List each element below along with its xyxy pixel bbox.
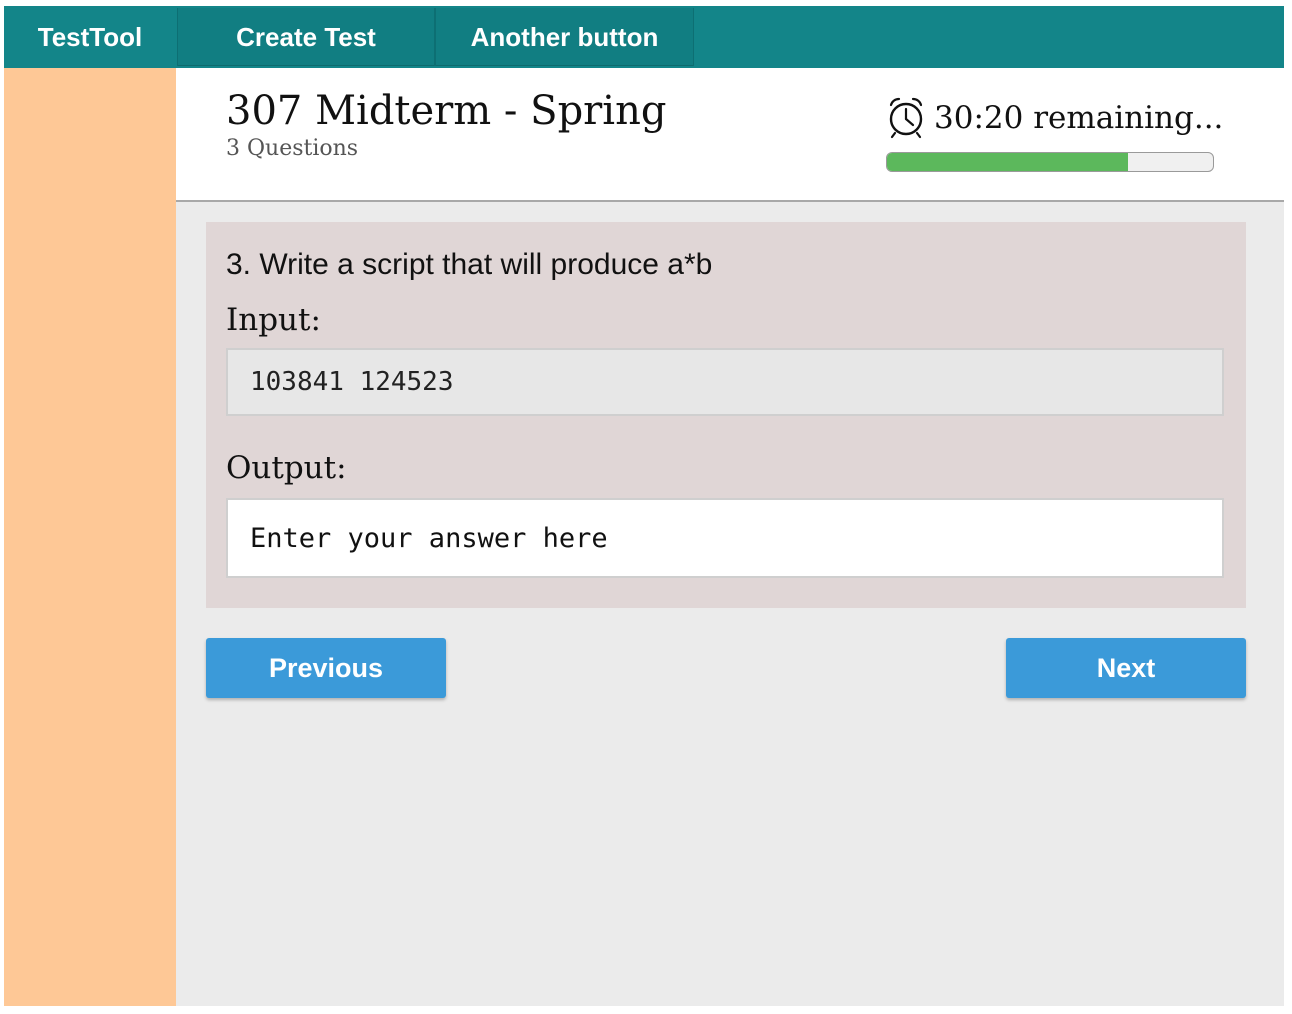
question-count: 3 Questions [226,136,359,161]
brand-logo[interactable]: TestTool [4,6,176,68]
test-header: 307 Midterm - Spring 3 Questions 30:20 r… [176,68,1284,202]
another-button[interactable]: Another button [435,8,694,66]
previous-button[interactable]: Previous [206,638,446,698]
next-button[interactable]: Next [1006,638,1246,698]
timer: 30:20 remaining... [886,96,1223,140]
output-label: Output: [226,450,347,486]
time-remaining: 30:20 remaining... [934,100,1224,136]
input-value-box: 103841 124523 [226,348,1224,416]
time-progress-bar [886,152,1214,172]
question-text: 3. Write a script that will produce a*b [226,248,713,281]
question-card: 3. Write a script that will produce a*b … [206,222,1246,608]
answer-input[interactable] [226,498,1224,578]
input-label: Input: [226,302,321,338]
create-test-button[interactable]: Create Test [177,8,435,66]
time-progress-fill [887,153,1129,171]
alarm-clock-icon [889,97,923,139]
sidebar [4,68,176,1006]
page-title: 307 Midterm - Spring [226,88,667,134]
app-frame: TestTool Create Test Another button 307 … [4,6,1284,1006]
top-nav: TestTool Create Test Another button [4,6,1284,68]
